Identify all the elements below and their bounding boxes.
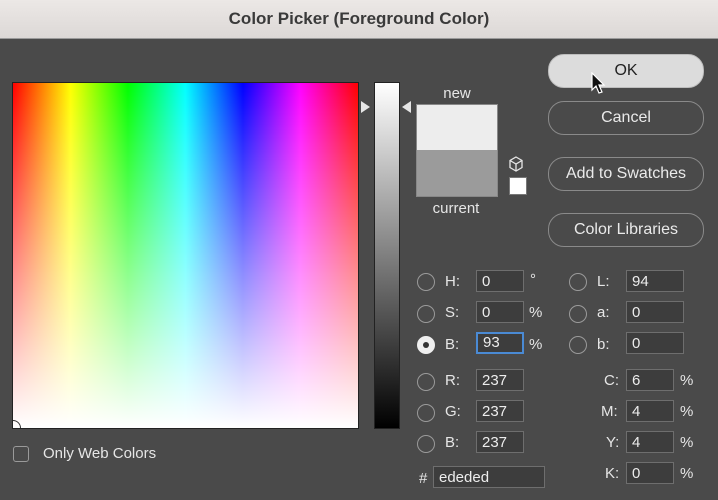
- red-label: R:: [445, 372, 460, 389]
- saturation-unit: %: [529, 304, 543, 321]
- new-color-swatch: [416, 104, 498, 151]
- magenta-unit: %: [680, 403, 694, 420]
- lightness-label: L:: [597, 273, 610, 290]
- brightness-radio[interactable]: [417, 336, 435, 354]
- web-safe-cube-icon[interactable]: [508, 156, 524, 172]
- black-label: K:: [605, 465, 620, 482]
- hue-radio[interactable]: [417, 273, 435, 291]
- green-input[interactable]: 237: [476, 400, 524, 422]
- only-web-colors-label[interactable]: Only Web Colors: [43, 445, 156, 462]
- current-color-swatch[interactable]: [416, 150, 498, 197]
- a-channel-input[interactable]: 0: [626, 301, 684, 323]
- slider-right-arrow-icon[interactable]: [402, 101, 411, 113]
- cyan-unit: %: [680, 372, 694, 389]
- brightness-unit: %: [529, 336, 543, 353]
- ok-button[interactable]: OK: [548, 54, 704, 88]
- cancel-button[interactable]: Cancel: [548, 101, 704, 135]
- window-titlebar: Color Picker (Foreground Color): [0, 0, 718, 39]
- hex-input[interactable]: ededed: [433, 466, 545, 488]
- red-radio[interactable]: [417, 373, 435, 391]
- hex-label: #: [419, 470, 428, 487]
- saturation-input[interactable]: 0: [476, 301, 524, 323]
- green-radio[interactable]: [417, 404, 435, 422]
- saturation-radio[interactable]: [417, 305, 435, 323]
- magenta-label: M:: [601, 403, 618, 420]
- brightness-slider[interactable]: [374, 82, 400, 429]
- cyan-label: C:: [604, 372, 619, 389]
- color-libraries-button[interactable]: Color Libraries: [548, 213, 704, 247]
- brightness-label: B:: [445, 336, 460, 353]
- saturation-label: S:: [445, 304, 460, 321]
- web-safe-color-swatch[interactable]: [509, 177, 527, 195]
- b-channel-input[interactable]: 0: [626, 332, 684, 354]
- blue-radio[interactable]: [417, 435, 435, 453]
- new-color-label: new: [443, 85, 471, 102]
- blue-input[interactable]: 237: [476, 431, 524, 453]
- yellow-label: Y:: [606, 434, 620, 451]
- add-to-swatches-button[interactable]: Add to Swatches: [548, 157, 704, 191]
- hue-input[interactable]: 0: [476, 270, 524, 292]
- color-field-gradient[interactable]: [13, 83, 358, 428]
- red-input[interactable]: 237: [476, 369, 524, 391]
- b-channel-radio[interactable]: [569, 336, 587, 354]
- window-title: Color Picker (Foreground Color): [228, 9, 490, 28]
- brightness-input[interactable]: 93: [476, 332, 524, 354]
- hue-unit: °: [530, 271, 536, 288]
- mouse-pointer-icon: [591, 72, 606, 94]
- yellow-unit: %: [680, 434, 694, 451]
- green-label: G:: [445, 403, 461, 420]
- only-web-colors-checkbox[interactable]: [13, 446, 29, 462]
- hue-label: H:: [445, 273, 460, 290]
- a-channel-label: a:: [597, 304, 610, 321]
- blue-label: B:: [445, 434, 460, 451]
- lightness-radio[interactable]: [569, 273, 587, 291]
- black-input[interactable]: 0: [626, 462, 674, 484]
- yellow-input[interactable]: 4: [626, 431, 674, 453]
- magenta-input[interactable]: 4: [626, 400, 674, 422]
- slider-left-arrow-icon[interactable]: [361, 101, 370, 113]
- color-field[interactable]: [12, 82, 359, 429]
- lightness-input[interactable]: 94: [626, 270, 684, 292]
- a-channel-radio[interactable]: [569, 305, 587, 323]
- cyan-input[interactable]: 6: [626, 369, 674, 391]
- b-channel-label: b:: [597, 336, 610, 353]
- current-color-label: current: [432, 200, 480, 217]
- black-unit: %: [680, 465, 694, 482]
